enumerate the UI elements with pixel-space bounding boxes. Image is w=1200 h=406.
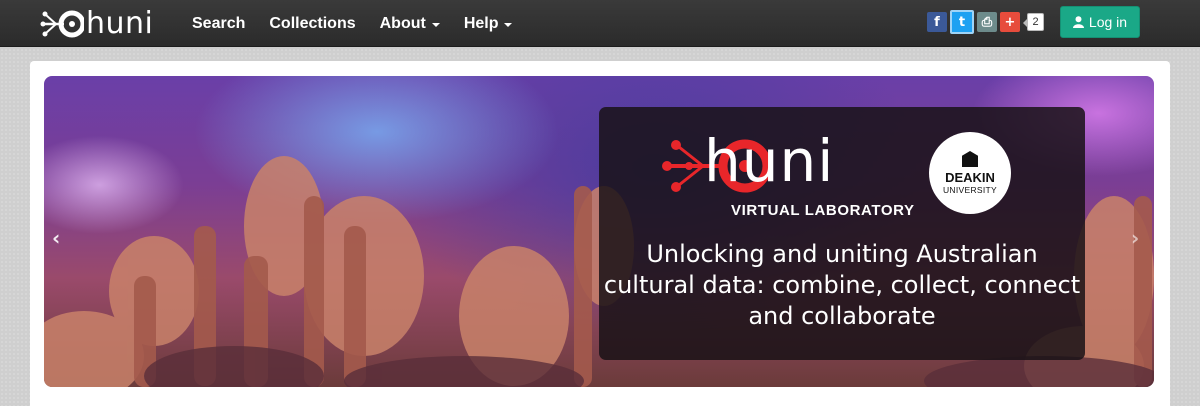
nav-collections[interactable]: Collections [257, 0, 367, 47]
deakin-university-logo: DEAKIN UNIVERSITY [929, 132, 1011, 214]
carousel-caption: huni VIRTUAL LABORATORY DEAKIN UNIVERSIT… [599, 107, 1085, 360]
brand-logo[interactable]: huni [40, 9, 155, 39]
share-count: 2 [1023, 13, 1044, 31]
deakin-crest-icon [962, 151, 978, 167]
deakin-subtitle: UNIVERSITY [942, 185, 997, 195]
nav-about[interactable]: About [368, 0, 452, 47]
nav-about-label: About [379, 15, 426, 32]
carousel-prev-button[interactable]: ‹ [52, 226, 60, 250]
user-icon [1072, 16, 1084, 28]
caption-subtitle: VIRTUAL LABORATORY [731, 202, 915, 219]
share-more-icon[interactable]: + [1000, 12, 1020, 32]
main-nav: Search Collections About Help [180, 0, 524, 47]
nav-help-label: Help [463, 15, 499, 32]
carousel-next-button[interactable]: › [1131, 226, 1139, 250]
print-icon[interactable]: ⎙ [977, 12, 997, 32]
huni-logo-icon [40, 10, 84, 38]
caption-logo-text: huni [704, 127, 835, 195]
top-navbar: huni Search Collections About Help f t ⎙… [0, 0, 1200, 47]
share-buttons: f t ⎙ + 2 [927, 10, 1044, 34]
caption-text: Unlocking and uniting Australian cultura… [603, 240, 1081, 330]
caret-down-icon [431, 22, 440, 27]
nav-search[interactable]: Search [180, 0, 257, 47]
brand-name: huni [86, 6, 154, 41]
facebook-icon[interactable]: f [927, 12, 947, 32]
nav-search-label: Search [192, 15, 246, 32]
caret-down-icon [504, 22, 513, 27]
login-label: Log in [1088, 14, 1128, 30]
nav-collections-label: Collections [269, 15, 356, 32]
deakin-name: DEAKIN [945, 170, 995, 185]
hero-carousel: ‹ › huni VIRTUAL LABORATORY DEAKIN UNIVE… [44, 76, 1154, 387]
twitter-icon[interactable]: t [950, 10, 974, 34]
nav-help[interactable]: Help [452, 0, 525, 47]
login-button[interactable]: Log in [1060, 6, 1140, 38]
